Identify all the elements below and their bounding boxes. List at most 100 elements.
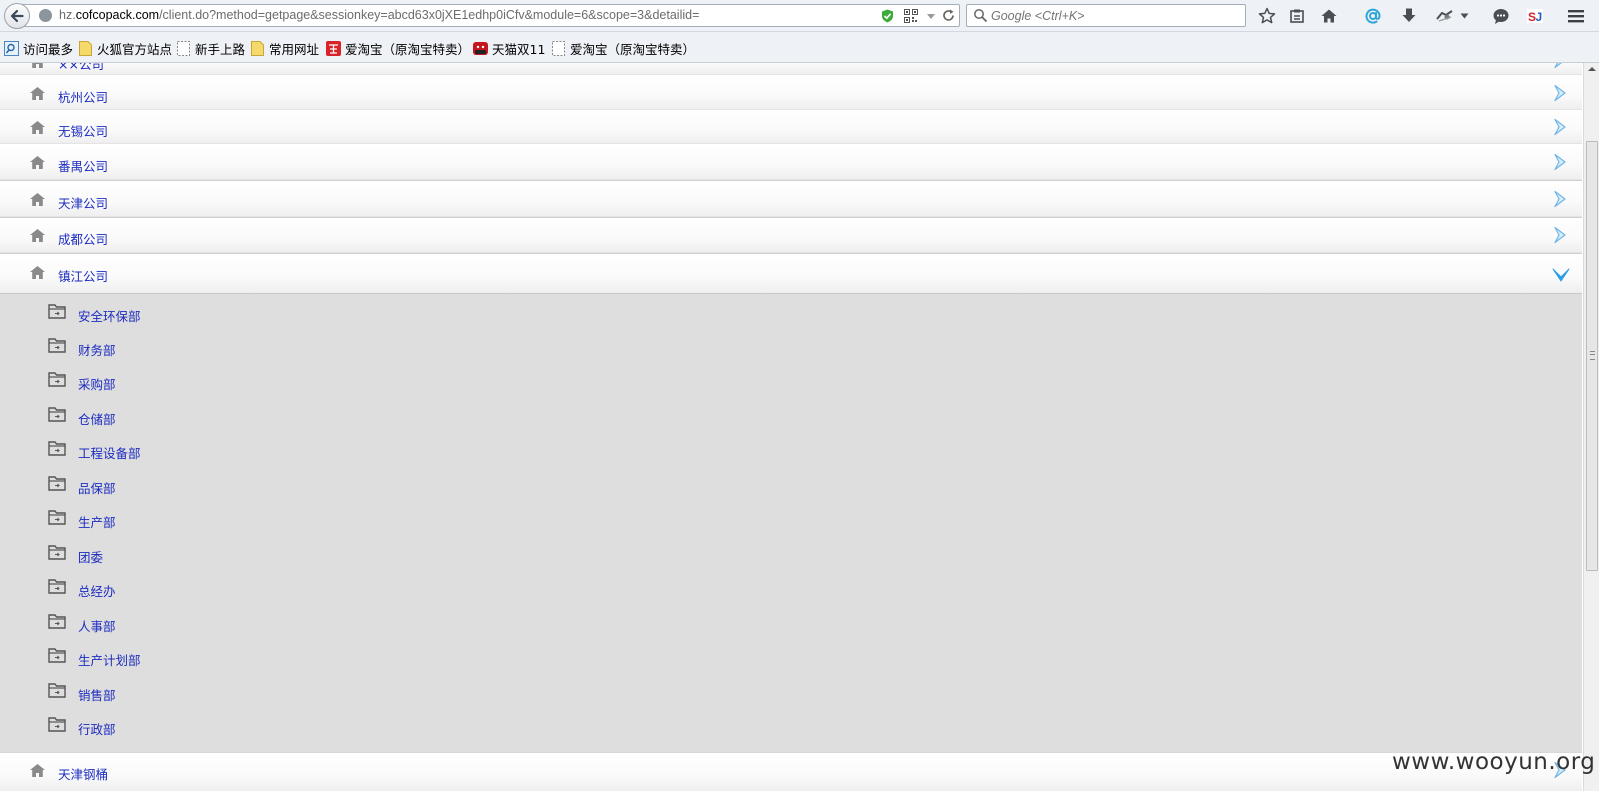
chevron-right-icon[interactable] [1552,63,1570,69]
department-item[interactable]: 销售部 [0,674,1582,708]
chevron-right-icon[interactable] [1552,226,1570,244]
addon-menu-dropdown[interactable] [1458,5,1470,27]
company-label[interactable]: ××公司 [58,63,104,73]
bookmarks-menu-button[interactable] [1286,5,1308,27]
folder-icon [48,510,66,525]
department-label[interactable]: 团委 [78,547,103,566]
clipboard-icon [1290,9,1304,23]
menu-button[interactable] [1565,5,1587,27]
department-item[interactable]: 采购部 [0,363,1582,397]
folder-icon [48,579,66,594]
department-label[interactable]: 生产计划部 [78,650,141,669]
url-bar[interactable]: hz.cofcopack.com/client.do?method=getpag… [18,4,960,27]
company-label[interactable]: 天津公司 [58,193,108,212]
bookmark-label: 访问最多 [23,42,74,57]
bookmark-label: 火狐官方站点 [97,42,173,57]
company-row[interactable]: 成都公司 [0,217,1582,253]
department-label[interactable]: 生产部 [78,512,116,531]
department-label[interactable]: 总经办 [78,581,116,600]
addon-button[interactable] [1434,5,1456,27]
chevron-right-icon[interactable] [1552,190,1570,208]
department-item[interactable]: 生产计划部 [0,639,1582,673]
department-label[interactable]: 行政部 [78,719,116,738]
department-item[interactable]: 财务部 [0,329,1582,363]
company-row[interactable]: 杭州公司 [0,75,1582,110]
department-label[interactable]: 财务部 [78,340,116,359]
department-item[interactable]: 安全环保部 [0,295,1582,329]
scrollbar-thumb[interactable] [1586,141,1598,571]
home-icon [32,63,43,68]
watermark: www.wooyun.org [1392,749,1596,775]
reload-icon[interactable] [941,8,956,23]
qr-code-icon[interactable] [904,9,918,23]
department-label[interactable]: 工程设备部 [78,443,141,462]
department-label[interactable]: 销售部 [78,685,116,704]
department-label[interactable]: 安全环保部 [78,306,141,325]
email-button[interactable] [1362,5,1384,27]
scroll-up-arrow-icon[interactable] [1588,67,1596,71]
company-row-expanded[interactable]: 镇江公司 [0,253,1582,294]
company-row[interactable]: 天津公司 [0,180,1582,217]
company-label[interactable]: 杭州公司 [58,87,108,106]
search-icon [974,9,988,23]
translate-button[interactable]: S J [1524,5,1546,27]
bookmark-label: 新手上路 [195,42,246,57]
home-icon [30,764,45,777]
company-label[interactable]: 番禺公司 [58,156,108,175]
folder-icon [48,304,66,319]
bookmark-star-button[interactable] [1256,5,1278,27]
bookmark-most-visited[interactable]: 访问最多 [4,39,73,58]
company-label[interactable]: 天津钢桶 [58,764,108,783]
search-bar[interactable] [966,4,1246,27]
site-identity-icon[interactable] [39,9,52,22]
downloads-button[interactable] [1398,5,1420,27]
company-label[interactable]: 无锡公司 [58,121,108,140]
bookmark-taobao-2[interactable]: 爱淘宝（原淘宝特卖） [551,39,695,58]
folder-icon [48,441,66,456]
chat-bubble-icon [1493,9,1509,24]
home-icon [30,121,45,134]
home-icon [30,193,45,206]
bookmark-firefox-site[interactable]: 火狐官方站点 [78,39,172,58]
department-label[interactable]: 品保部 [78,478,116,497]
bookmark-tmall[interactable]: 天猫双11 [473,39,545,58]
folder-icon [251,41,264,56]
chevron-right-icon[interactable] [1552,118,1570,136]
company-row[interactable]: 无锡公司 [0,110,1582,144]
company-row[interactable]: 天津钢桶 [0,752,1582,791]
department-item[interactable]: 团委 [0,536,1582,570]
company-label[interactable]: 成都公司 [58,229,108,248]
search-input[interactable] [991,7,1236,24]
hamburger-menu-icon [1568,10,1584,23]
vertical-scrollbar[interactable] [1583,63,1599,791]
bookmarks-toolbar: 访问最多 火狐官方站点 新手上路 常用网址 爱淘宝（原淘宝特卖） 天猫双11 爱… [0,32,1599,63]
home-button[interactable] [1318,5,1340,27]
department-item[interactable]: 工程设备部 [0,432,1582,466]
department-item[interactable]: 人事部 [0,605,1582,639]
folder-icon [79,41,92,56]
chevron-right-icon[interactable] [1552,153,1570,171]
folder-icon [48,372,66,387]
chevron-right-icon[interactable] [1552,84,1570,102]
chat-button[interactable] [1490,5,1512,27]
company-row[interactable]: ××公司 [0,63,1582,75]
company-row[interactable]: 番禺公司 [0,144,1582,180]
department-label[interactable]: 人事部 [78,616,116,635]
shield-icon[interactable] [881,9,894,23]
bookmark-common-urls[interactable]: 常用网址 [250,39,319,58]
folder-icon [48,683,66,698]
chevron-down-icon [1460,13,1468,19]
department-item[interactable]: 仓储部 [0,398,1582,432]
department-item[interactable]: 总经办 [0,570,1582,604]
bookmark-getting-started[interactable]: 新手上路 [176,39,245,58]
dropdown-arrow-icon[interactable] [925,9,937,23]
department-item[interactable]: 行政部 [0,708,1582,742]
department-item[interactable]: 生产部 [0,501,1582,535]
department-label[interactable]: 仓储部 [78,409,116,428]
chevron-down-icon[interactable] [1552,265,1570,283]
department-item[interactable]: 品保部 [0,467,1582,501]
back-button[interactable] [4,3,30,29]
company-label[interactable]: 镇江公司 [58,266,108,285]
department-label[interactable]: 采购部 [78,374,116,393]
bookmark-taobao[interactable]: 爱淘宝（原淘宝特卖） [326,39,470,58]
